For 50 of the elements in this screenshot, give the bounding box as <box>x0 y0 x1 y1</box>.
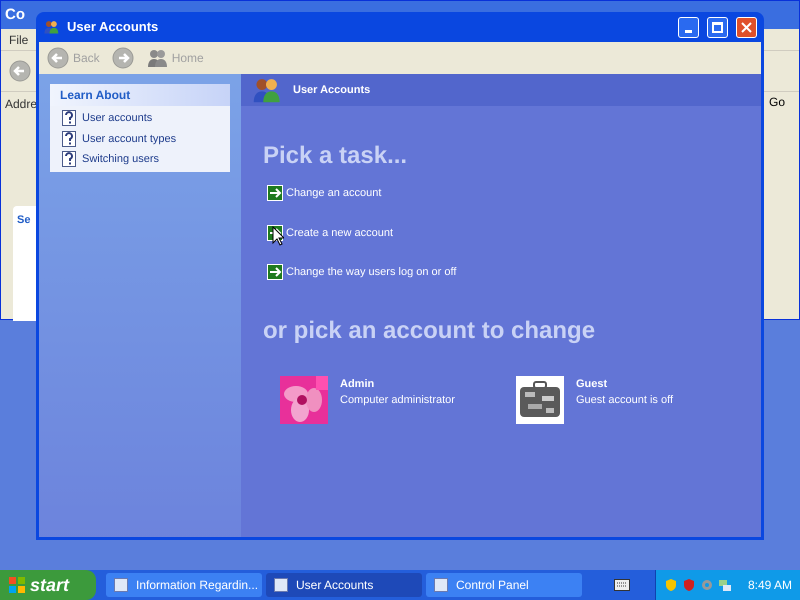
task-link[interactable]: Change an account <box>286 185 382 202</box>
maximize-icon <box>712 22 723 32</box>
help-link[interactable]: User accounts <box>82 110 152 126</box>
task-link[interactable]: Create a new account <box>286 224 394 241</box>
address-label: Addre <box>5 96 38 112</box>
taskbar-button[interactable]: Information Regardin... <box>106 573 262 597</box>
gear-icon <box>700 578 714 592</box>
window-icon <box>114 578 128 592</box>
clock: 8:49 AM <box>748 577 792 594</box>
task-link[interactable]: Change the way users log on or off <box>286 264 456 280</box>
help-link[interactable]: Switching users <box>82 151 160 168</box>
help-link[interactable]: User account types <box>82 130 176 147</box>
window-title: Co <box>5 4 25 25</box>
panel-heading: Learn About <box>60 87 130 104</box>
close-icon <box>741 22 752 32</box>
taskbar-button[interactable]: Control Panel <box>426 573 582 597</box>
section-heading: Pick a task... <box>263 144 408 168</box>
account-name: Admin <box>340 376 376 392</box>
help-icon <box>62 130 76 147</box>
account-tile[interactable]: Guest Guest account is off <box>516 376 752 424</box>
window-title: User Accounts <box>67 18 160 36</box>
network-icon <box>718 578 732 592</box>
account-name: Guest <box>576 376 608 392</box>
users-icon <box>43 19 59 35</box>
windows-logo-icon <box>8 576 26 594</box>
account-type: Computer administrator <box>340 393 455 408</box>
help-icon <box>62 151 76 168</box>
shield-icon <box>682 578 696 592</box>
section-heading: or pick an account to change <box>263 318 596 342</box>
keyboard-icon <box>614 579 630 591</box>
account-type: Guest account is off <box>576 393 674 408</box>
arrow-icon <box>267 185 283 202</box>
users-icon <box>146 47 168 69</box>
menu-item[interactable]: File <box>9 30 28 48</box>
account-tile[interactable]: Admin Computer administrator <box>280 376 516 424</box>
panel-heading: Se <box>16 213 32 228</box>
minimize-icon <box>685 30 692 32</box>
go-button[interactable]: Go <box>764 93 789 111</box>
mouse-pointer-icon <box>272 226 284 246</box>
window-icon <box>434 578 448 592</box>
minimize-button[interactable] <box>678 16 699 38</box>
banner-title: User Accounts <box>293 82 370 98</box>
window-icon <box>274 578 288 592</box>
close-button[interactable] <box>736 16 757 38</box>
help-icon <box>62 110 76 126</box>
maximize-button[interactable] <box>707 16 728 38</box>
start-button[interactable]: start <box>0 570 96 600</box>
taskbar-button[interactable]: User Accounts <box>266 573 422 597</box>
arrow-icon <box>267 264 283 280</box>
shield-icon <box>664 578 678 592</box>
